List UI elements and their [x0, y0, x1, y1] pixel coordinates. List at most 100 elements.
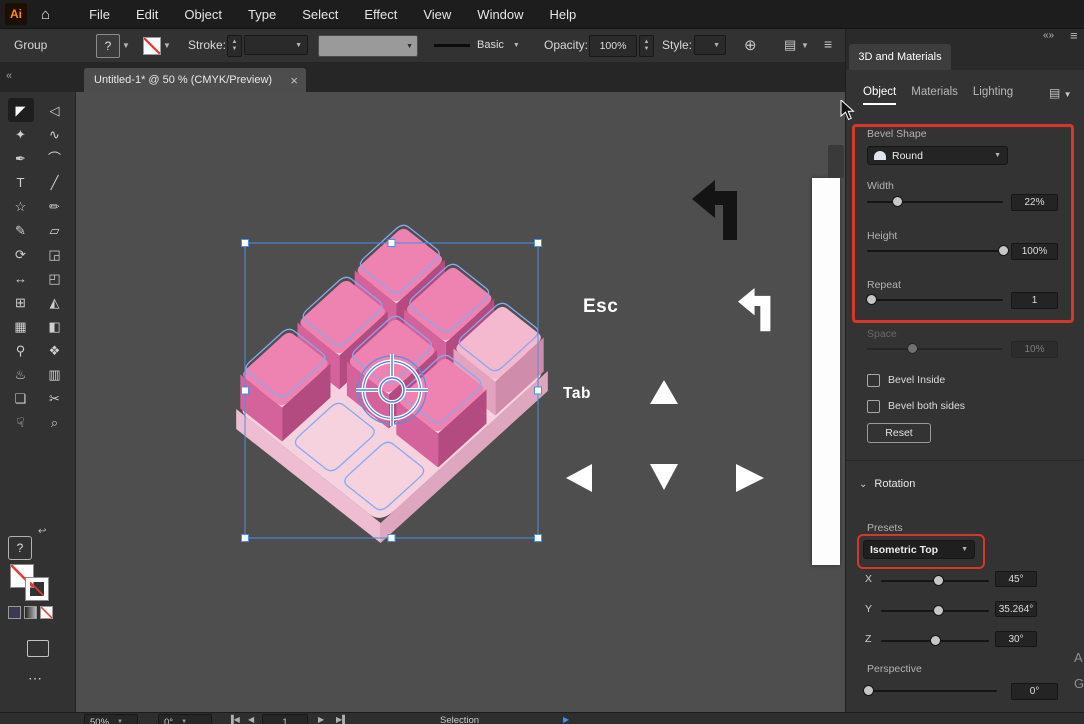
gradient-tool[interactable]: ◧: [42, 314, 68, 338]
free-transform-tool[interactable]: ◰: [42, 266, 68, 290]
collapse-panel-icon[interactable]: «»: [1043, 30, 1054, 41]
slider-thumb[interactable]: [863, 685, 874, 696]
collapse-toolbar-icon[interactable]: «: [6, 70, 12, 82]
menu-item[interactable]: Edit: [123, 0, 171, 28]
bevel-width-value[interactable]: 22%: [1011, 194, 1058, 211]
scale-tool[interactable]: ◲: [42, 242, 68, 266]
slider-thumb[interactable]: [933, 605, 944, 616]
quick-actions-icon[interactable]: ▤ ▼: [1049, 86, 1072, 100]
bevel-inside-checkbox[interactable]: [867, 374, 880, 387]
curvature-tool[interactable]: ⌒: [42, 146, 68, 170]
bevel-height-slider[interactable]: [867, 245, 1003, 257]
slice-tool[interactable]: ✂: [42, 386, 68, 410]
artboard-tool[interactable]: ❏: [8, 386, 34, 410]
rotation-section-header[interactable]: ⌄ Rotation: [859, 478, 915, 490]
hand-tool[interactable]: ☟: [8, 410, 34, 434]
rotation-axis-slider[interactable]: [881, 605, 989, 617]
menu-item[interactable]: Object: [171, 0, 235, 28]
help-placeholder-box[interactable]: ?: [8, 536, 32, 560]
swap-fill-stroke-icon[interactable]: ↩: [38, 526, 46, 537]
symbol-sprayer-tool[interactable]: ♨: [8, 362, 34, 386]
eyedropper-tool[interactable]: ⚲: [8, 338, 34, 362]
document-tab[interactable]: Untitled-1* @ 50 % (CMYK/Preview) ×: [84, 68, 306, 92]
panel-section-tab[interactable]: Lighting: [973, 86, 1013, 105]
rotation-axis-value[interactable]: 35.264°: [995, 601, 1037, 617]
paintbrush-tool[interactable]: ✏: [42, 194, 68, 218]
slider-thumb[interactable]: [892, 196, 903, 207]
none-mode-icon[interactable]: [40, 606, 53, 619]
rotation-axis-value[interactable]: 45°: [995, 571, 1037, 587]
canvas-artwork[interactable]: Esc Tab: [75, 92, 845, 712]
magic-wand-tool[interactable]: ✦: [8, 122, 34, 146]
rotation-axis-slider[interactable]: [881, 635, 989, 647]
lasso-tool[interactable]: ∿: [42, 122, 68, 146]
brush-definition-dropdown[interactable]: Basic ▼: [434, 35, 520, 55]
align-icon[interactable]: ≡: [824, 36, 832, 52]
star-tool[interactable]: ☆: [8, 194, 34, 218]
slider-thumb[interactable]: [933, 575, 944, 586]
opacity-stepper[interactable]: ▲▼: [639, 35, 654, 57]
color-mode-icon[interactable]: [8, 606, 21, 619]
chevron-down-icon[interactable]: ▼: [163, 41, 171, 50]
globe-icon[interactable]: ⊕: [744, 36, 757, 54]
chevron-down-icon[interactable]: ▼: [122, 41, 130, 50]
zoom-tool[interactable]: ⌕: [42, 410, 68, 434]
bevel-width-slider[interactable]: [867, 196, 1003, 208]
menu-item[interactable]: Effect: [351, 0, 410, 28]
selection-handle[interactable]: [242, 535, 249, 542]
menu-item[interactable]: Type: [235, 0, 289, 28]
document-setup-icon[interactable]: ▤: [784, 37, 796, 53]
home-icon[interactable]: ⌂: [41, 6, 50, 23]
bevel-shape-dropdown[interactable]: Round ▼: [867, 146, 1008, 165]
reset-button[interactable]: Reset: [867, 423, 931, 443]
selection-handle[interactable]: [242, 240, 249, 247]
selection-tool[interactable]: ◤: [8, 98, 34, 122]
slider-thumb[interactable]: [866, 294, 877, 305]
screen-mode-icon[interactable]: [27, 640, 49, 657]
opacity-input[interactable]: 100%: [589, 35, 637, 57]
stroke-color-swatch[interactable]: [26, 578, 48, 600]
rotation-axis-slider[interactable]: [881, 575, 989, 587]
perspective-value[interactable]: 0°: [1011, 683, 1058, 700]
illustrator-logo[interactable]: Ai: [5, 3, 27, 25]
perspective-grid-tool[interactable]: ◭: [42, 290, 68, 314]
pen-tool[interactable]: ✒: [8, 146, 34, 170]
shape-builder-tool[interactable]: ⊞: [8, 290, 34, 314]
menu-item[interactable]: Help: [537, 0, 590, 28]
mesh-tool[interactable]: ▦: [8, 314, 34, 338]
panel-section-tab[interactable]: Object: [863, 86, 896, 105]
panel-section-tab[interactable]: Materials: [911, 86, 958, 105]
fill-none-swatch[interactable]: [143, 37, 161, 55]
type-tool[interactable]: T: [8, 170, 34, 194]
selection-handle[interactable]: [388, 535, 395, 542]
presets-dropdown[interactable]: Isometric Top ▼: [863, 540, 975, 559]
column-graph-tool[interactable]: ▥: [42, 362, 68, 386]
menu-item[interactable]: Window: [464, 0, 536, 28]
panel-tab-3d-materials[interactable]: 3D and Materials: [849, 44, 951, 70]
bevel-height-value[interactable]: 100%: [1011, 243, 1058, 260]
bevel-both-sides-checkbox[interactable]: [867, 400, 880, 413]
slider-thumb[interactable]: [930, 635, 941, 646]
canvas-area[interactable]: Esc Tab: [75, 92, 845, 712]
stroke-width-dropdown[interactable]: ▼: [244, 35, 308, 55]
anchor-preview-box[interactable]: ?: [96, 34, 120, 58]
stroke-width-stepper[interactable]: ▲▼: [227, 35, 242, 57]
selection-handle[interactable]: [535, 387, 542, 394]
bevel-repeat-slider[interactable]: [867, 294, 1003, 306]
eraser-tool[interactable]: ▱: [42, 218, 68, 242]
rotation-axis-value[interactable]: 30°: [995, 631, 1037, 647]
selection-handle[interactable]: [535, 240, 542, 247]
bevel-repeat-value[interactable]: 1: [1011, 292, 1058, 309]
3d-keycap-object[interactable]: [236, 225, 548, 543]
selection-handle[interactable]: [242, 387, 249, 394]
slider-thumb[interactable]: [998, 245, 1009, 256]
close-tab-icon[interactable]: ×: [290, 74, 298, 87]
line-segment-tool[interactable]: ╱: [42, 170, 68, 194]
style-dropdown[interactable]: ▼: [694, 35, 726, 55]
panel-menu-icon[interactable]: ≡: [1070, 28, 1078, 43]
direct-selection-tool[interactable]: ◁: [42, 98, 68, 122]
chevron-down-icon[interactable]: ▼: [801, 41, 809, 50]
selection-handle[interactable]: [388, 240, 395, 247]
menu-item[interactable]: File: [76, 0, 123, 28]
edit-toolbar-icon[interactable]: ⋯: [28, 670, 42, 687]
